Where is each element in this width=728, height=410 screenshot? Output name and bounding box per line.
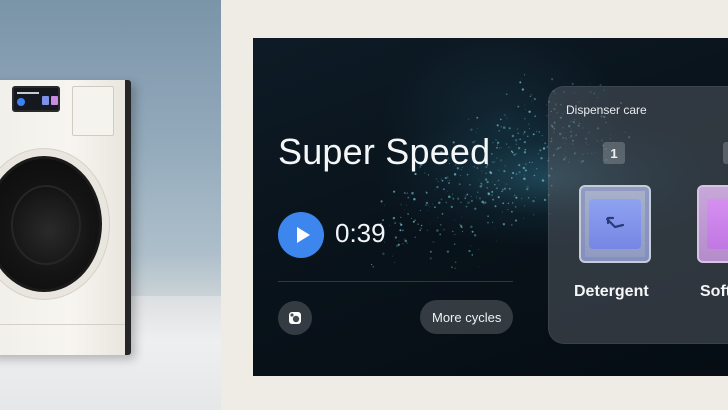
cycles-button[interactable] [278, 301, 312, 335]
washer-detergent-door [72, 86, 114, 136]
arrow-turn-icon [605, 216, 625, 229]
softener-label: Softener [700, 283, 728, 300]
slot-number-2: 2 [723, 142, 728, 164]
play-icon [296, 227, 310, 243]
cycles-icon [289, 312, 301, 324]
dispenser-care-title: Dispenser care [566, 103, 647, 117]
cycle-title: Super Speed [278, 131, 491, 172]
detergent-dispenser-button[interactable] [579, 185, 651, 263]
detergent-label: Detergent [574, 283, 649, 300]
washer-control-screen [12, 86, 60, 112]
washing-machine [0, 80, 131, 355]
divider [278, 281, 513, 282]
washer-base-line [0, 324, 125, 325]
washer-display-screen: Super Speed 0:39 More cycles Dispenser c… [253, 38, 728, 376]
softener-dispenser-button[interactable] [697, 185, 728, 263]
play-button[interactable] [278, 212, 324, 258]
washer-product-photo [0, 0, 221, 410]
softener-icon [707, 199, 728, 249]
more-cycles-button[interactable]: More cycles [420, 300, 514, 334]
dispenser-care-card: Dispenser care 1 2 Detergent Softener [548, 86, 728, 344]
time-remaining: 0:39 [335, 218, 386, 248]
slot-number-1: 1 [603, 142, 625, 164]
